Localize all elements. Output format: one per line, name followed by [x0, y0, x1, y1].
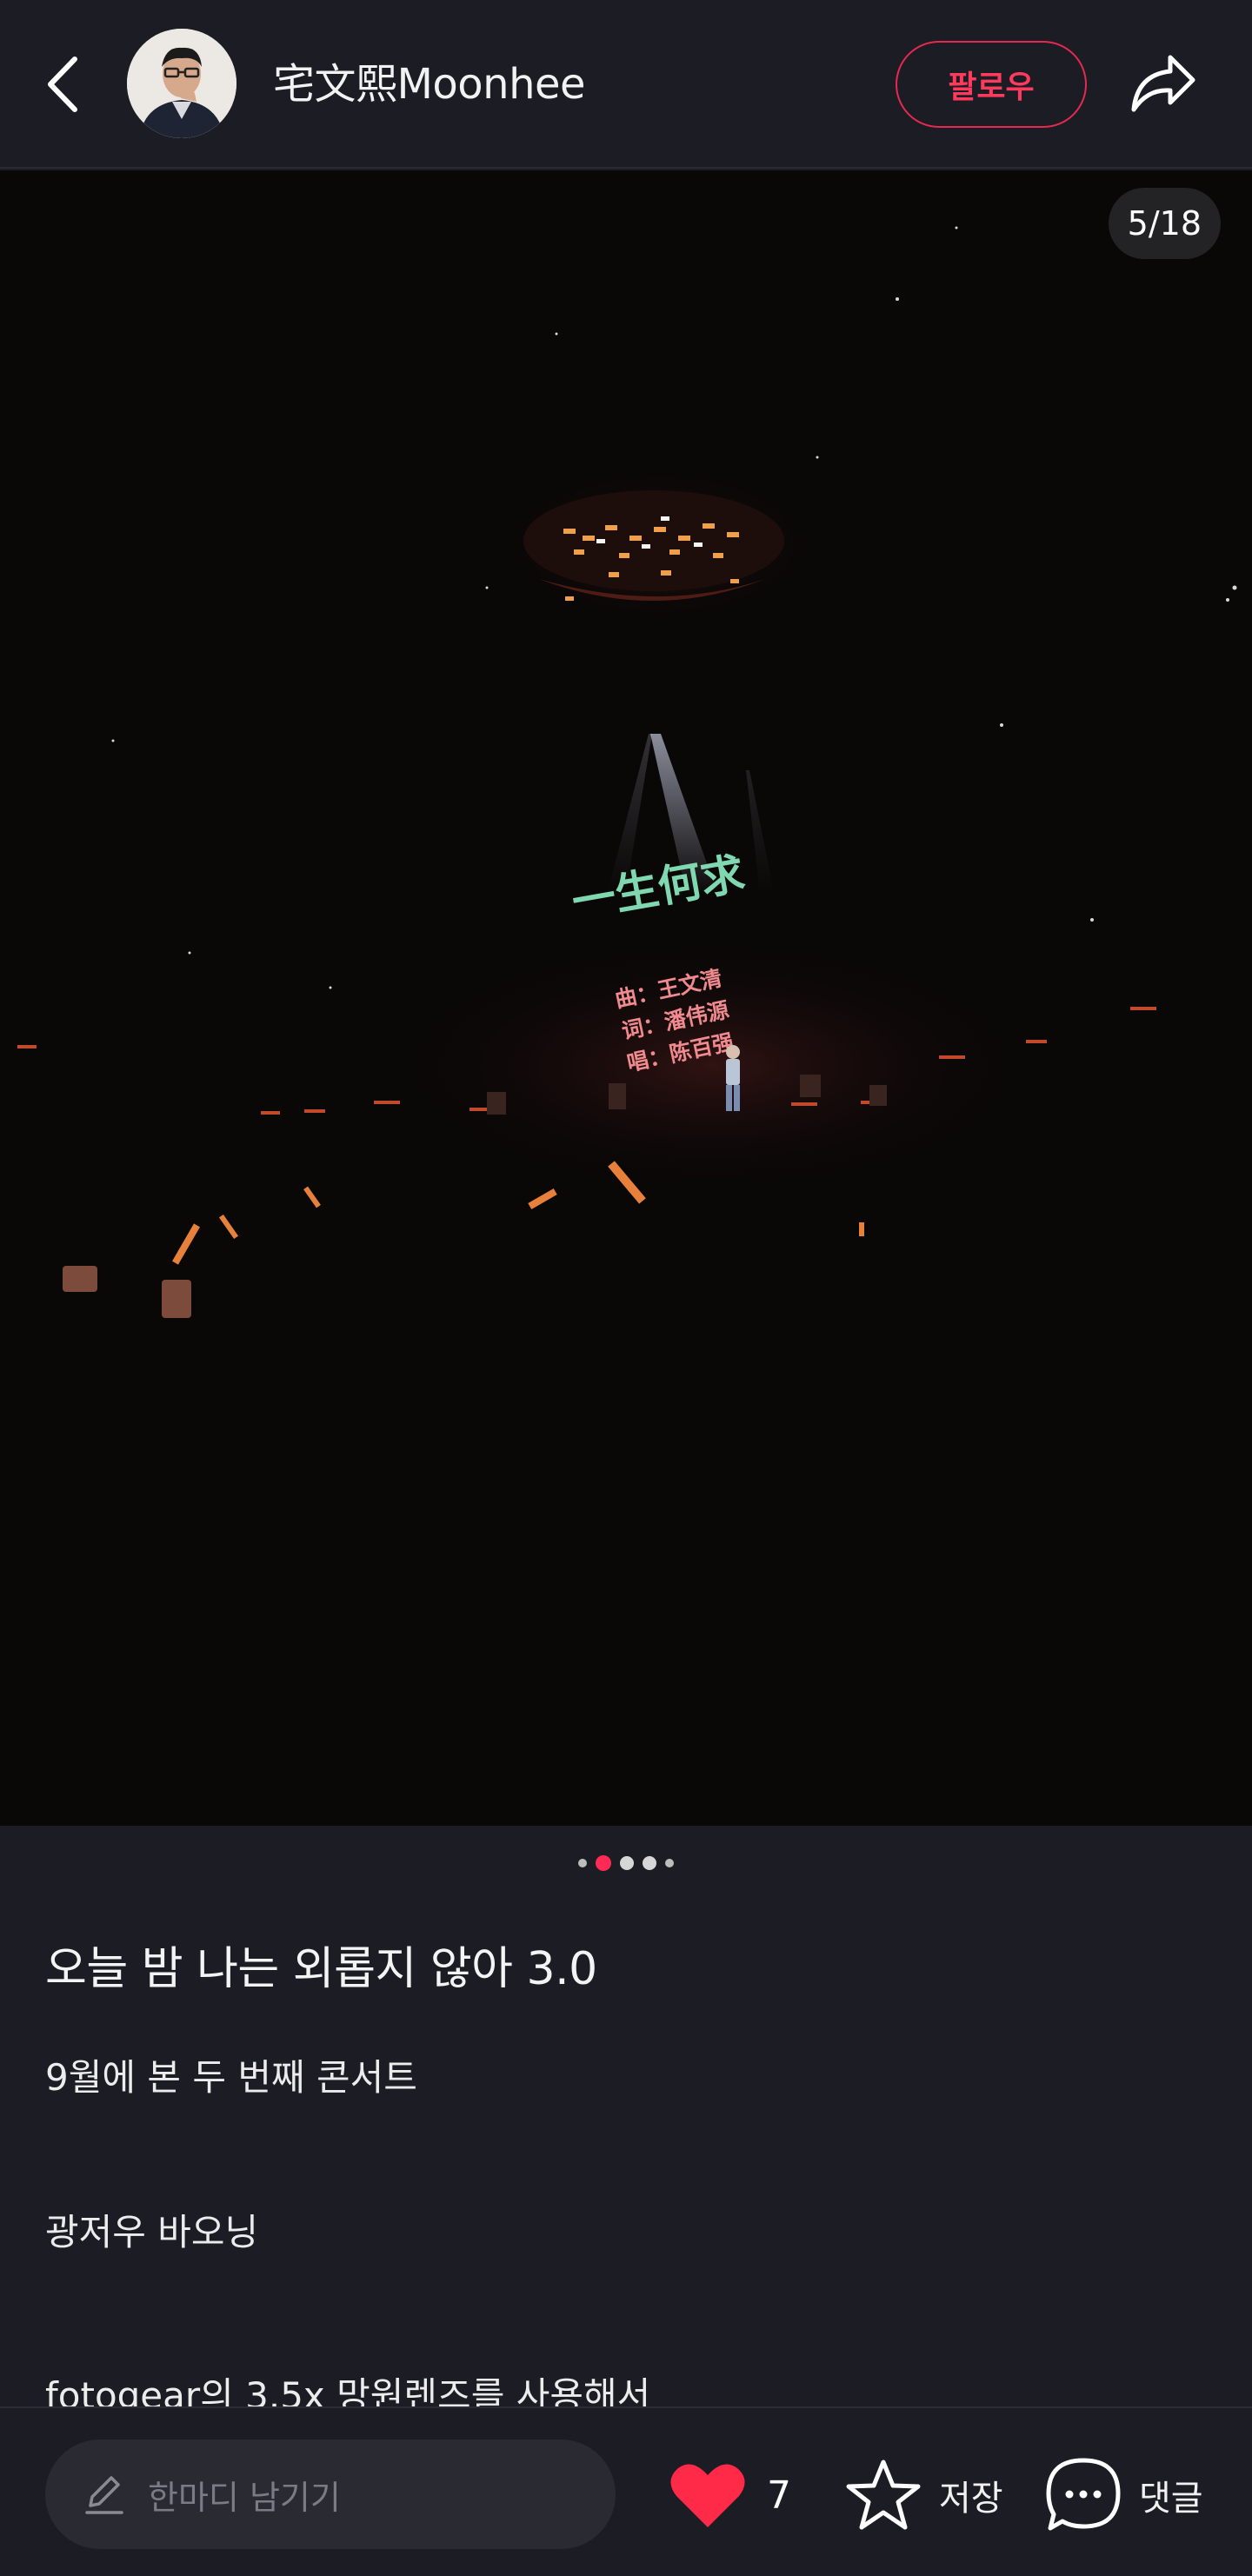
avatar-image: [127, 29, 236, 138]
chat-bubble-icon: [1046, 2458, 1121, 2531]
share-button[interactable]: [1122, 43, 1205, 123]
save-button[interactable]: 저장: [843, 2453, 1003, 2537]
carousel-dots: [0, 1850, 1252, 1876]
post-title: 오늘 밤 나는 외롭지 않아 3.0: [45, 1943, 597, 1995]
image-page-indicator: 5/18: [1108, 188, 1221, 259]
username[interactable]: 宅文熙Moonhee: [273, 54, 586, 115]
back-icon: [48, 57, 77, 112]
star-icon: [846, 2460, 921, 2530]
top-bar: 宅文熙Moonhee 팔로우: [0, 0, 1252, 169]
comment-button[interactable]: 댓글: [1043, 2453, 1203, 2537]
share-icon: [1131, 55, 1195, 112]
like-button[interactable]: 7: [668, 2453, 791, 2537]
carousel-dot[interactable]: [620, 1856, 634, 1870]
post-text-line: 9월에 본 두 번째 콘서트: [45, 2056, 417, 2099]
concert-photo: 一生何求 曲：王文清 词：潘伟源 唱：陈百强: [0, 170, 1252, 1826]
carousel-dot[interactable]: [665, 1859, 674, 1867]
bottom-action-bar: 한마디 남기기 7 저장 댓글: [0, 2406, 1252, 2576]
comment-label: 댓글: [1139, 2479, 1203, 2519]
comment-placeholder: 한마디 남기기: [148, 2478, 341, 2517]
carousel-dot[interactable]: [578, 1859, 587, 1867]
avatar[interactable]: [127, 29, 236, 138]
carousel-dot[interactable]: [643, 1856, 656, 1870]
post-text-line: 광저우 바오닝: [45, 2211, 259, 2253]
carousel-dot-active[interactable]: [596, 1855, 611, 1871]
post-content: 오늘 밤 나는 외롭지 않아 3.0 9월에 본 두 번째 콘서트 광저우 바오…: [45, 1939, 1210, 2408]
like-count: 7: [767, 2473, 791, 2518]
follow-button[interactable]: 팔로우: [896, 41, 1087, 128]
heart-icon: [670, 2464, 745, 2527]
comment-input[interactable]: 한마디 남기기: [45, 2440, 616, 2549]
save-label: 저장: [939, 2479, 1003, 2519]
pencil-icon: [85, 2476, 123, 2514]
back-button[interactable]: [35, 50, 90, 119]
post-text-line: fotogear의 3.5x 망원렌즈를 사용해서: [45, 2374, 651, 2408]
post-photo[interactable]: 一生何求 曲：王文清 词：潘伟源 唱：陈百强 5/18: [0, 170, 1252, 1826]
